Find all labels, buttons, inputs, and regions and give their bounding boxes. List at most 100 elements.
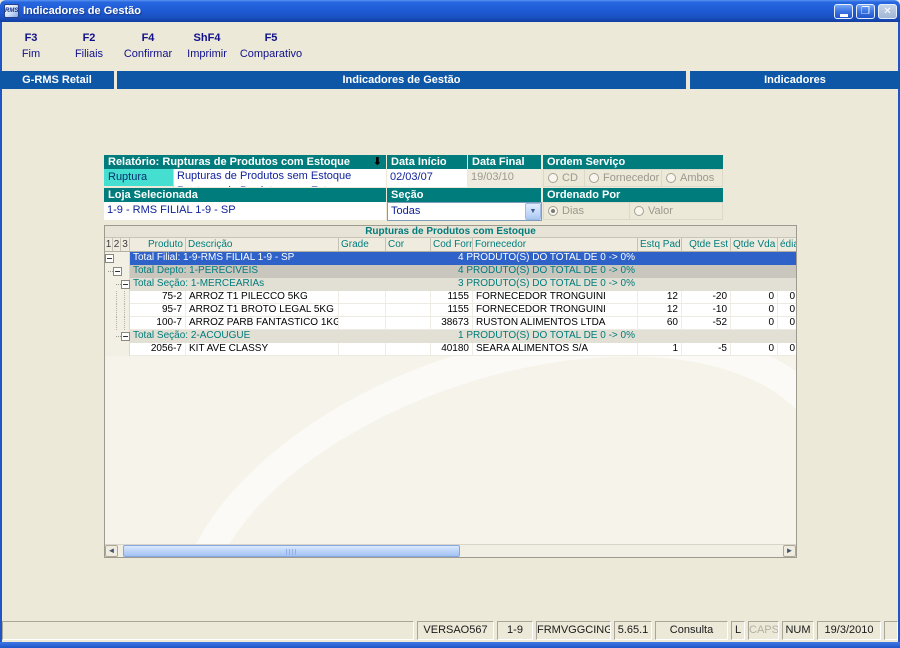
grid-cell-qtde_est: -20	[682, 291, 731, 304]
radio-icon	[666, 173, 676, 183]
window-border-left	[0, 22, 2, 642]
data-inicio-header: Data Início	[387, 155, 467, 169]
loja-field[interactable]: 1-9 - RMS FILIAL 1-9 - SP	[104, 202, 386, 220]
grid-cell-empty	[778, 252, 796, 265]
column-header-10[interactable]: édia	[778, 238, 796, 251]
secao-combobox[interactable]: Todas ▼	[387, 202, 542, 221]
status-store: 1-9	[497, 621, 533, 640]
grid-cell-estq_pad: 12	[638, 291, 682, 304]
column-header-5[interactable]: Cod Forn	[431, 238, 473, 251]
grid-total-row[interactable]: Total Seção: 1-MERCEARIAs 3 PRODUTO(S) DO…	[105, 278, 796, 291]
secao-header: Seção	[387, 188, 541, 202]
minimize-button[interactable]	[834, 3, 853, 19]
radio-icon	[589, 173, 599, 183]
grid-caption: Rupturas de Produtos com Estoque	[105, 226, 796, 238]
column-header-9[interactable]: Qtde Vda	[731, 238, 778, 251]
grid-total-row[interactable]: Total Seção: 2-ACOUGUE 1 PRODUTO(S) DO TO…	[105, 330, 796, 343]
radio-option-ambos: Ambos	[662, 169, 723, 187]
grid-column-headers: 1 2 3 Produto Descrição Grade Cor Cod Forn Forne…	[105, 238, 796, 252]
grid-cell-empty	[778, 278, 796, 291]
grid-cell-cor	[386, 343, 431, 356]
column-header-1[interactable]: Produto	[130, 238, 186, 251]
relatorio-list-item[interactable]: Rupturas de Produtos com Estoque	[174, 184, 386, 187]
grid-cell-empty	[638, 252, 682, 265]
grid-cell-cor	[386, 304, 431, 317]
scrollbar-track[interactable]	[118, 545, 783, 557]
column-header-2[interactable]: Descrição	[186, 238, 339, 251]
grid-cell-cod_forn: 1155	[431, 291, 473, 304]
scroll-right-icon[interactable]: ►	[783, 545, 796, 557]
grid-cell-empty	[638, 278, 682, 291]
grid-cell-empty	[778, 330, 796, 343]
grid-cell-cod_forn: 38673	[431, 317, 473, 330]
app-icon: RMS	[4, 4, 19, 18]
grid-item-row[interactable]: 2056-7 KIT AVE CLASSY 40180 SEARA ALIMENTOS…	[105, 343, 796, 356]
grid-cell-grade	[339, 317, 386, 330]
tree-indent-cell	[105, 343, 130, 356]
radio-option-valor: Valor	[630, 202, 723, 220]
grid-cell-cod_forn: 40180	[431, 343, 473, 356]
toolbar-key-label: F4	[141, 32, 155, 44]
close-button[interactable]: ✕	[878, 3, 897, 19]
group-level-header-1[interactable]: 1	[105, 238, 113, 251]
status-app-version: 5.65.1	[614, 621, 652, 640]
grid-item-row[interactable]: 95-7 ARROZ T1 BROTO LEGAL 5KG 1155 FORNECED…	[105, 304, 796, 317]
group-level-header-3[interactable]: 3	[121, 238, 130, 251]
column-header-8[interactable]: Qtde Est	[682, 238, 731, 251]
data-inicio-field[interactable]: 02/03/07	[387, 169, 467, 187]
chevron-down-icon[interactable]: ▼	[525, 203, 541, 220]
radio-label: Valor	[648, 205, 673, 217]
tree-indent-cell	[105, 278, 130, 291]
scroll-left-icon[interactable]: ◄	[105, 545, 118, 557]
toolbar-button-imprimir[interactable]: ShF4 Imprimir	[178, 28, 236, 64]
grid-total-row[interactable]: Total Filial: 1-9-RMS FILIAL 1-9 - SP 4 P…	[105, 252, 796, 265]
grid-cell-empty	[731, 265, 778, 278]
collapse-minus-icon[interactable]	[113, 267, 122, 276]
toolbar-button-confirmar[interactable]: F4 Confirmar	[118, 28, 178, 64]
toolbar-button-label: Confirmar	[123, 48, 173, 60]
grid-cell-descricao: KIT AVE CLASSY	[186, 343, 339, 356]
ordem-servico-header: Ordem Serviço	[543, 155, 723, 169]
toolbar-key-label: F5	[264, 32, 278, 44]
toolbar-button-filiais[interactable]: F2 Filiais	[60, 28, 118, 64]
grid-cell-empty	[731, 252, 778, 265]
window-title: Indicadores de Gestão	[23, 5, 141, 17]
radio-icon	[634, 206, 644, 216]
radio-label: Ambos	[680, 172, 715, 184]
collapse-minus-icon[interactable]	[105, 254, 114, 263]
grid-cell-grade	[339, 291, 386, 304]
loja-header: Loja Selecionada	[104, 188, 386, 202]
grid-cell-estq_pad: 12	[638, 304, 682, 317]
toolbar-button-comparativo[interactable]: F5 Comparativo	[236, 28, 306, 64]
tree-indent-cell	[105, 304, 130, 317]
column-header-3[interactable]: Grade	[339, 238, 386, 251]
column-header-6[interactable]: Fornecedor	[473, 238, 638, 251]
relatorio-list-item[interactable]: Rupturas de Produtos sem Estoque	[174, 169, 386, 184]
grid-total-row[interactable]: Total Depto: 1-PERECIVEIS 4 PRODUTO(S) DO…	[105, 265, 796, 278]
radio-label: Dias	[562, 205, 585, 217]
grid-cell-estq_pad: 1	[638, 343, 682, 356]
collapse-minus-icon[interactable]	[121, 332, 130, 341]
grid-item-row[interactable]: 75-2 ARROZ T1 PILECCO 5KG 1155 FORNECEDOR T…	[105, 291, 796, 304]
titlebar[interactable]: RMS Indicadores de Gestão ❐ ✕	[0, 0, 900, 22]
collapse-minus-icon[interactable]	[121, 280, 130, 289]
report-select-arrow-icon[interactable]: ⬇	[373, 155, 382, 169]
restore-button[interactable]: ❐	[856, 3, 875, 19]
grid-cell-estq_pad: 60	[638, 317, 682, 330]
scrollbar-thumb[interactable]	[123, 545, 460, 557]
total-row-label: Total Seção: 1-MERCEARIAs	[130, 278, 431, 291]
horizontal-scrollbar[interactable]: ◄ ►	[105, 544, 796, 557]
application-window: RMS Indicadores de Gestão ❐ ✕ F3 Fim F2 Fil…	[0, 0, 900, 648]
relatorio-listbox[interactable]: Rupturas de Produtos sem Estoque Ruptura…	[173, 169, 386, 187]
toolbar-button-label: Imprimir	[187, 48, 227, 60]
toolbar-button-fim[interactable]: F3 Fim	[2, 28, 60, 64]
grid-cell-qtde_est: -10	[682, 304, 731, 317]
tree-connector	[116, 284, 121, 285]
radio-icon	[548, 173, 558, 183]
column-header-4[interactable]: Cor	[386, 238, 431, 251]
grid-item-row[interactable]: 100-7 ARROZ PARB FANTASTICO 1KG 38673 RUSTO…	[105, 317, 796, 330]
group-level-header-2[interactable]: 2	[113, 238, 121, 251]
results-grid: Rupturas de Produtos com Estoque 1 2 3 Prod…	[104, 225, 797, 558]
column-header-7[interactable]: Estq Pad	[638, 238, 682, 251]
grid-cell-empty	[638, 330, 682, 343]
